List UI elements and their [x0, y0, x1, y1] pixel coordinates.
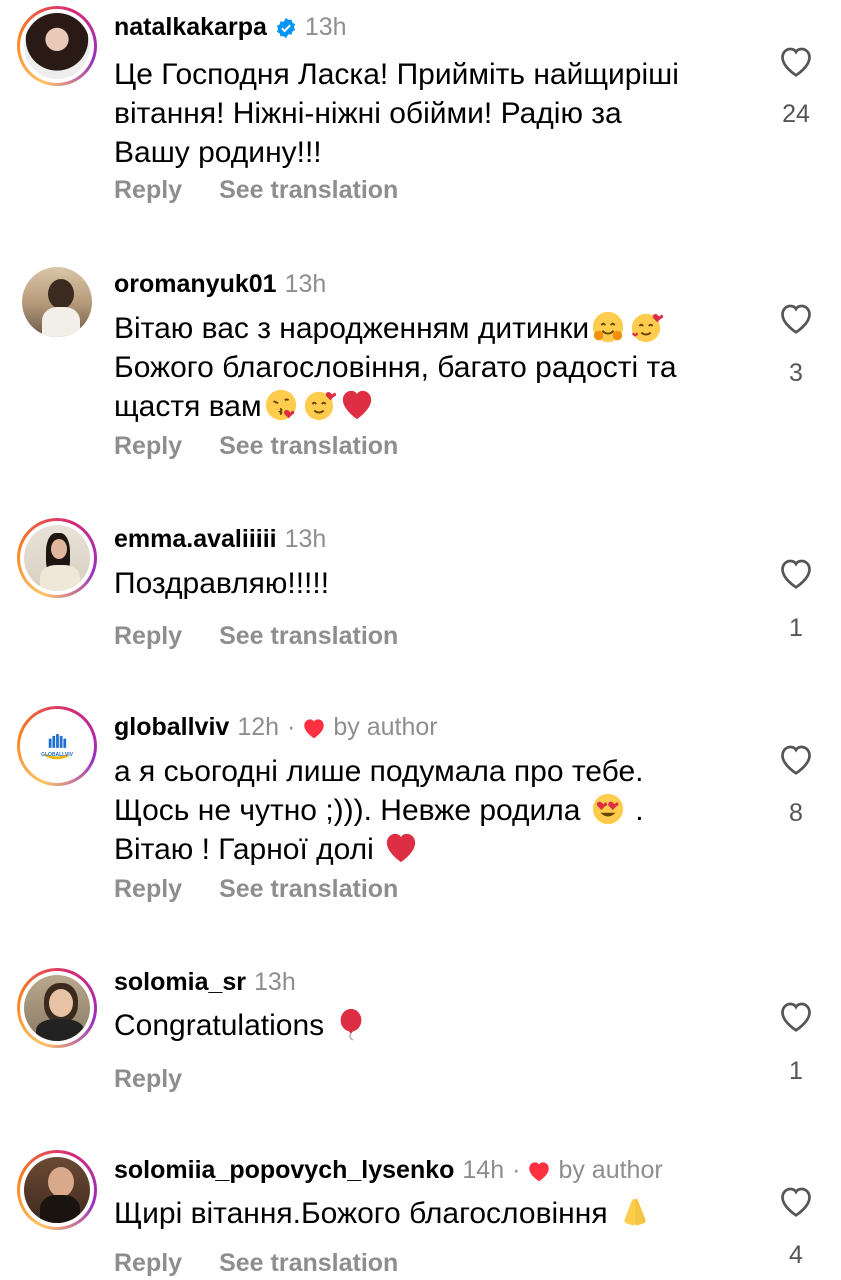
comment-text: Щирі вітання.Божого благословіння — [114, 1194, 744, 1233]
timestamp: 13h — [254, 968, 296, 996]
like-count: 1 — [789, 614, 803, 642]
see-translation-button[interactable]: See translation — [219, 1249, 398, 1278]
timestamp: 13h — [284, 270, 327, 298]
heart-icon[interactable] — [776, 556, 816, 595]
username[interactable]: globallviv — [114, 713, 229, 742]
avatar[interactable]: GLOBALLVIV — [17, 706, 97, 786]
like-count: 8 — [789, 799, 803, 827]
heart-icon[interactable] — [776, 44, 816, 83]
hugging-face-icon — [592, 311, 624, 343]
username[interactable]: solomiia_popovych_lysenko — [114, 1156, 454, 1185]
comment-text: Це Господня Ласка! Прийміть найщиріші ві… — [114, 58, 679, 169]
reply-button[interactable]: Reply — [114, 622, 182, 651]
username[interactable]: natalkakarpa — [114, 13, 267, 42]
balloon-icon — [341, 1008, 362, 1041]
see-translation-button[interactable]: See translation — [219, 875, 398, 904]
heart-icon[interactable] — [776, 742, 816, 781]
reply-button[interactable]: Reply — [114, 176, 182, 205]
reply-button[interactable]: Reply — [114, 1065, 182, 1094]
see-translation-button[interactable]: See translation — [219, 176, 398, 205]
heart-icon[interactable] — [776, 999, 816, 1038]
reply-button[interactable]: Reply — [114, 432, 182, 461]
timestamp: 14h — [462, 1156, 505, 1184]
reply-button[interactable]: Reply — [114, 1249, 182, 1278]
see-translation-button[interactable]: See translation — [219, 432, 398, 461]
comment-text: а я сьогодні лише подумала про тебе. Щос… — [114, 755, 644, 866]
author-liked-heart-icon — [529, 1161, 550, 1181]
red-heart-icon — [387, 833, 416, 863]
by-author-label: by author — [558, 1156, 663, 1184]
avatar[interactable] — [17, 6, 97, 86]
see-translation-button[interactable]: See translation — [219, 622, 398, 651]
timestamp: 13h — [284, 525, 327, 553]
timestamp: 12h — [237, 713, 280, 741]
username[interactable]: emma.avaliiiii — [114, 525, 277, 554]
username[interactable]: oromanyuk01 — [114, 270, 277, 299]
comment-text: Поздравляю!!!!! — [114, 567, 330, 600]
heart-eyes-face-icon — [592, 793, 623, 825]
avatar[interactable] — [17, 518, 97, 598]
like-count: 3 — [789, 359, 803, 387]
timestamp: 13h — [304, 13, 347, 41]
heart-icon[interactable] — [776, 301, 816, 340]
avatar[interactable] — [17, 1150, 97, 1230]
avatar[interactable] — [17, 968, 97, 1048]
red-heart-icon — [342, 390, 371, 420]
globallviv-logo — [45, 734, 69, 760]
folded-hands-icon — [624, 1198, 646, 1226]
like-count: 4 — [789, 1241, 803, 1269]
username[interactable]: solomia_sr — [114, 968, 246, 997]
face-blowing-kiss-icon — [265, 389, 296, 421]
comment-text: Вітаю вас з народженням дитинки Божого б… — [114, 311, 677, 423]
author-liked-heart-icon — [304, 718, 325, 738]
comment-text: Congratulations — [114, 1006, 744, 1045]
verified-badge-icon — [276, 17, 295, 38]
smiling-face-hearts-icon — [631, 313, 664, 343]
reply-button[interactable]: Reply — [114, 875, 182, 904]
avatar-text: GLOBALLVIV — [41, 752, 73, 758]
avatar[interactable] — [17, 262, 97, 342]
by-author-label: by author — [333, 713, 438, 741]
like-count: 24 — [782, 100, 810, 128]
like-count: 1 — [789, 1057, 803, 1085]
heart-icon[interactable] — [776, 1184, 816, 1223]
smiling-face-hearts-icon — [304, 391, 336, 421]
